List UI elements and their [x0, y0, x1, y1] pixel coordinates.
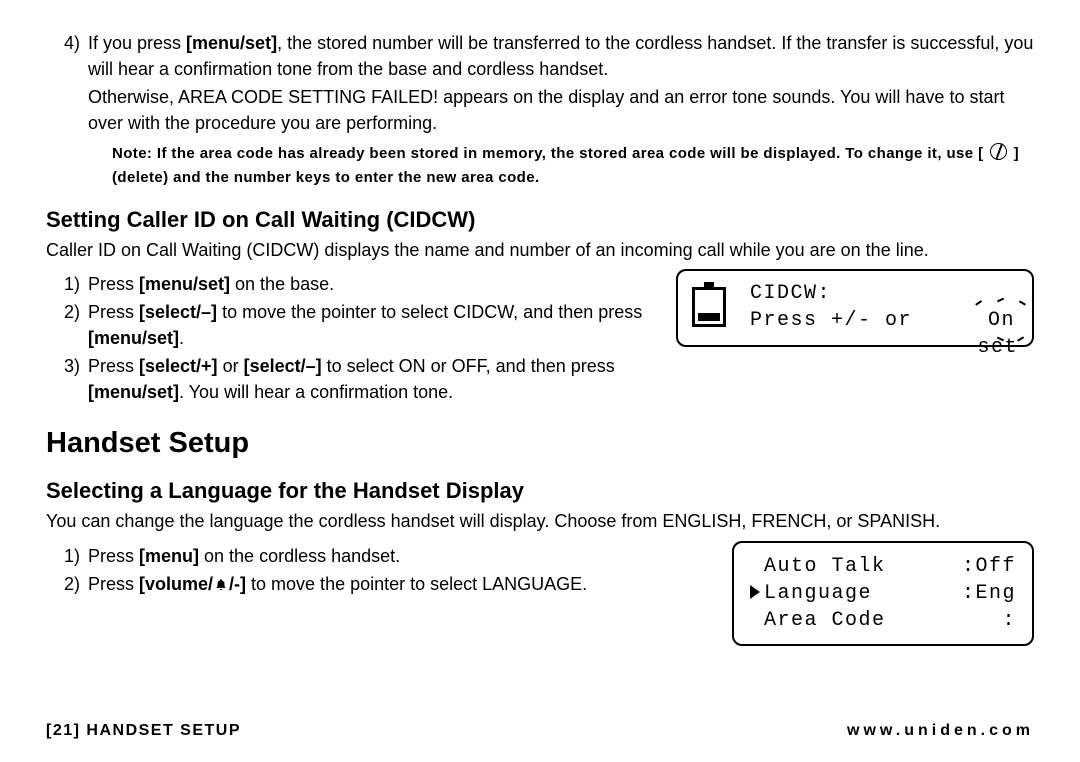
bold-selectminus: [select/–] — [139, 302, 217, 322]
text: Press — [88, 574, 139, 594]
text: . — [179, 328, 184, 348]
pointer-icon — [750, 585, 760, 599]
text: Press — [88, 302, 139, 322]
bold-volume: [volume/ /-] — [139, 574, 246, 594]
lcd-row-areacode: Area Code : — [750, 607, 1016, 634]
delete-key-icon — [990, 143, 1007, 160]
cidcw-steps: 1) Press [menu/set] on the base. 2) Pres… — [46, 271, 656, 405]
text: to select ON or OFF, and then press — [322, 356, 615, 376]
text: Press — [88, 356, 139, 376]
bold-menuset: [menu/set] — [88, 328, 179, 348]
language-paragraph: You can change the language the cordless… — [46, 508, 1034, 534]
lcd-row-autotalk: Auto Talk :Off — [750, 553, 1016, 580]
text: or — [218, 356, 244, 376]
step-number: 1) — [46, 271, 88, 297]
step-number: 3) — [46, 353, 88, 405]
bold-selectplus: [select/+] — [139, 356, 218, 376]
lcd-label: Area Code — [764, 609, 886, 632]
lcd-value: :Off — [962, 553, 1016, 580]
step-body: Press [select/–] to move the pointer to … — [88, 299, 656, 351]
bold-menuset: [menu/set] — [139, 274, 230, 294]
heading-handset-setup: Handset Setup — [46, 427, 1034, 460]
step-4-body: If you press [menu/set], the stored numb… — [88, 30, 1034, 189]
footer-url: www.uniden.com — [847, 722, 1034, 740]
lcd-value: :Eng — [962, 580, 1016, 607]
text: [volume/ — [139, 574, 213, 594]
step-4-number: 4) — [46, 30, 88, 189]
battery-icon — [692, 287, 726, 327]
list-item: 2) Press [select/–] to move the pointer … — [46, 299, 656, 351]
page-footer: [21] HANDSET SETUP www.uniden.com — [46, 722, 1034, 740]
step4-line2: Otherwise, AREA CODE SETTING FAILED! app… — [88, 84, 1034, 136]
language-steps: 1) Press [menu] on the cordless handset.… — [46, 543, 712, 599]
step-body: Press [select/+] or [select/–] to select… — [88, 353, 656, 405]
step-number: 1) — [46, 543, 88, 569]
footer-page-label: [21] HANDSET SETUP — [46, 722, 241, 740]
step4-note: Note: If the area code has already been … — [88, 142, 1034, 189]
text: on the cordless handset. — [199, 546, 400, 566]
text: On — [988, 309, 1015, 332]
lcd-screen-cidcw: CIDCW: Press +/- or On set — [676, 269, 1034, 347]
bold-menu: [menu] — [139, 546, 199, 566]
list-item: 2) Press [volume/ /-] to move the pointer… — [46, 571, 712, 599]
step-number: 2) — [46, 571, 88, 599]
heading-language: Selecting a Language for the Handset Dis… — [46, 478, 1034, 504]
lcd-value-on: On — [985, 307, 1018, 334]
list-item: 1) Press [menu] on the cordless handset. — [46, 543, 712, 569]
lcd-screen-language: Auto Talk :Off Language :Eng Area Code : — [732, 541, 1034, 646]
cidcw-paragraph: Caller ID on Call Waiting (CIDCW) displa… — [46, 237, 1034, 263]
lcd-row-language: Language :Eng — [750, 580, 1016, 607]
note-text-a: Note: If the area code has already been … — [112, 145, 988, 162]
text: to move the pointer to select CIDCW, and… — [217, 302, 642, 322]
text: on the base. — [230, 274, 334, 294]
text: /-] — [229, 574, 246, 594]
lcd-line-1: CIDCW: — [750, 280, 1018, 307]
bell-icon — [214, 573, 228, 599]
step4-text-a: If you press — [88, 33, 186, 53]
step-body: Press [menu/set] on the base. — [88, 271, 656, 297]
lcd-text-set: set — [977, 334, 1018, 361]
step-number: 2) — [46, 299, 88, 351]
lcd-label: Language — [764, 582, 872, 605]
heading-cidcw: Setting Caller ID on Call Waiting (CIDCW… — [46, 207, 1034, 233]
step4-bold-menuset: [menu/set] — [186, 33, 277, 53]
text: . You will hear a confirmation tone. — [179, 382, 453, 402]
step-body: Press [volume/ /-] to move the pointer to… — [88, 571, 712, 599]
lcd-value: : — [1002, 607, 1016, 634]
list-item: 1) Press [menu/set] on the base. — [46, 271, 656, 297]
bold-selectminus: [select/–] — [244, 356, 322, 376]
text: to move the pointer to select LANGUAGE. — [246, 574, 587, 594]
lcd-label: Auto Talk — [764, 555, 886, 578]
bold-menuset: [menu/set] — [88, 382, 179, 402]
text: Press — [88, 274, 139, 294]
list-item: 3) Press [select/+] or [select/–] to sel… — [46, 353, 656, 405]
text: Press — [88, 546, 139, 566]
lcd-text-left: Press +/- or — [750, 307, 912, 334]
step-body: Press [menu] on the cordless handset. — [88, 543, 712, 569]
step-4: 4) If you press [menu/set], the stored n… — [46, 30, 1034, 189]
lcd-line-2: Press +/- or On set — [750, 307, 1018, 334]
